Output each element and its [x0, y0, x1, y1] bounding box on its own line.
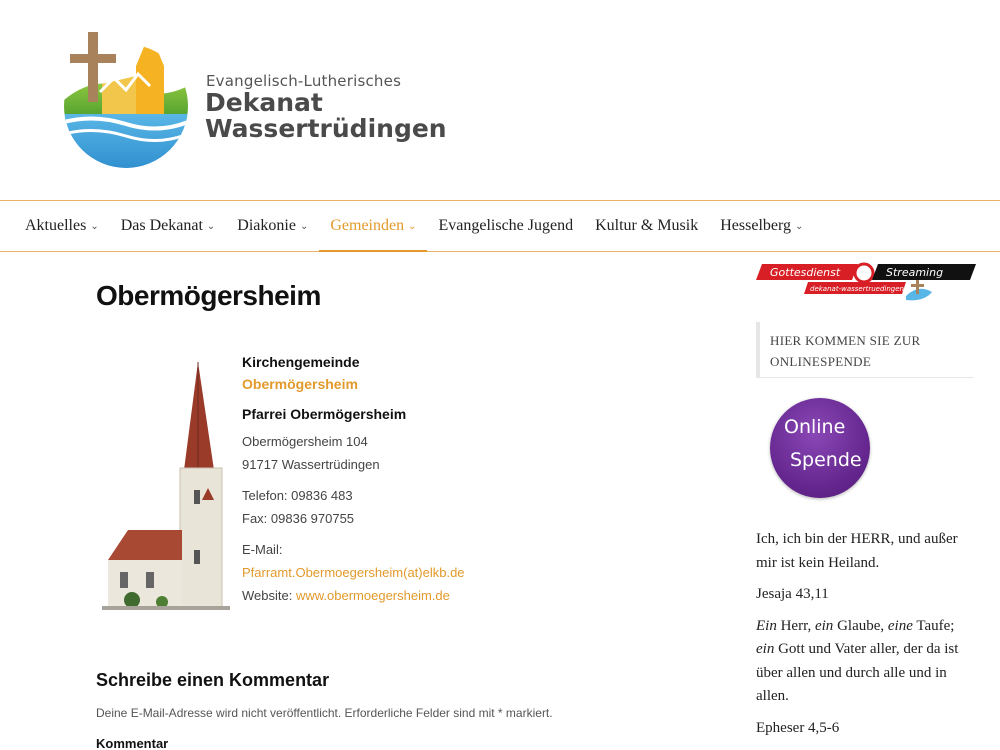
address-line2: 91717 Wassertrüdingen — [242, 457, 380, 472]
email-link[interactable]: Pfarramt.Obermoegersheim(at)elkb.de — [242, 565, 465, 580]
nav-item-aktuelles[interactable]: Aktuelles ⌄ — [14, 201, 110, 251]
nav-label: Gemeinden — [330, 217, 405, 234]
chevron-down-icon: ⌄ — [795, 220, 804, 232]
chevron-down-icon: ⌄ — [206, 220, 216, 232]
stream-text-gottesdienst: Gottesdienst — [770, 266, 841, 279]
donate-text: HIER KOMMEN SIE ZUR ONLINESPENDE — [770, 333, 921, 369]
stream-text-streaming: Streaming — [886, 266, 943, 279]
chevron-down-icon: ⌄ — [90, 220, 99, 232]
address-line1: Obermögersheim 104 — [242, 434, 368, 449]
info-heading: Kirchengemeinde — [242, 354, 360, 370]
church-image — [102, 362, 230, 610]
nav-label: Das Dekanat — [120, 217, 203, 234]
logo-title-line2: Wassertrüdingen — [205, 114, 447, 143]
main-navigation: Aktuelles ⌄ Das Dekanat ⌄ Diakonie ⌄ Gemein… — [0, 200, 1000, 252]
nav-label: Evangelische Jugend — [438, 217, 574, 234]
nav-item-kultur-musik[interactable]: Kultur & Musik — [584, 201, 709, 251]
nav-label: Diakonie — [237, 217, 296, 234]
verse-text-2: Ein Herr, ein Glaube, eine Taufe; ein Go… — [756, 617, 959, 705]
chevron-down-icon: ⌄ — [408, 220, 417, 232]
comment-label: Kommentar — [96, 736, 169, 750]
parish-info: Kirchengemeinde Obermögersheim Pfarrei O… — [242, 354, 642, 607]
phone-number: Telefon: 09836 483 — [242, 488, 353, 503]
nav-item-hesselberg[interactable]: Hesselberg ⌄ — [709, 201, 814, 251]
nav-label: Hesselberg — [720, 217, 792, 234]
site-header: Evangelisch-Lutherisches Dekanat Wassert… — [0, 0, 1000, 200]
bible-verse-widget: Ich, ich bin der HERR, und außer mir ist… — [756, 528, 971, 748]
nav-label: Aktuelles — [25, 217, 87, 234]
fax-number: Fax: 09836 970755 — [242, 511, 355, 526]
nav-item-das-dekanat[interactable]: Das Dekanat ⌄ — [110, 201, 227, 251]
logo-title-line1: Dekanat — [205, 88, 323, 117]
verse-ref-1: Jesaja 43,11 — [756, 586, 829, 602]
nav-item-diakonie[interactable]: Diakonie ⌄ — [226, 201, 319, 251]
streaming-banner[interactable]: Gottesdienst Streaming dekanat-wassertru… — [756, 262, 976, 306]
donate-circle-line1: Online — [784, 416, 846, 438]
online-donation-link[interactable]: HIER KOMMEN SIE ZUR ONLINESPENDE — [756, 322, 974, 378]
chevron-down-icon: ⌄ — [299, 220, 309, 232]
stream-url: dekanat-wassertruedingen.de — [810, 285, 915, 293]
online-donation-badge[interactable]: Online Spende — [770, 398, 870, 498]
verse-ref-2: Epheser 4,5-6 — [756, 719, 840, 736]
info-heading-link[interactable]: Obermögersheim — [242, 376, 642, 392]
comment-title: Schreibe einen Kommentar — [96, 670, 330, 690]
parish-name: Pfarrei Obermögersheim — [242, 406, 407, 422]
website-link[interactable]: www.obermoegersheim.de — [296, 588, 450, 603]
nav-label: Kultur & Musik — [595, 217, 699, 234]
website-label: Website: — [242, 588, 293, 603]
email-label: E-Mail: — [242, 542, 283, 557]
page-title: Obermögersheim — [96, 280, 321, 311]
donate-circle-line2: Spende — [790, 449, 862, 471]
comment-note: Deine E-Mail-Adresse wird nicht veröffen… — [96, 706, 553, 720]
nav-item-gemeinden[interactable]: Gemeinden ⌄ — [319, 201, 428, 252]
nav-item-evangelische-jugend[interactable]: Evangelische Jugend — [427, 201, 584, 251]
verse-text-1: Ich, ich bin der HERR, und außer mir ist… — [756, 531, 958, 571]
